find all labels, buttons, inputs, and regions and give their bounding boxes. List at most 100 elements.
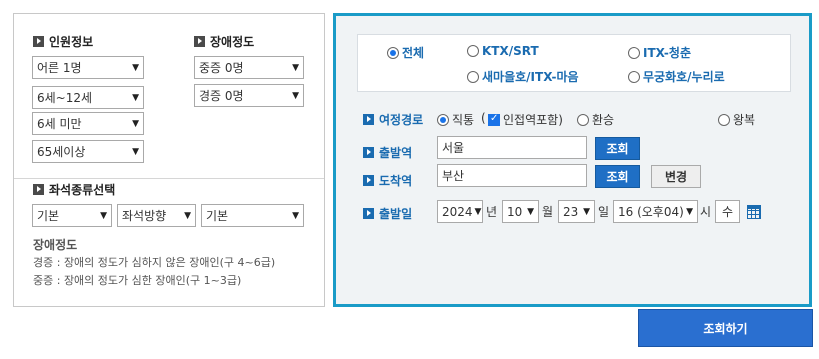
severe-select-value: 중증 0명 [199,61,244,75]
arrival-lookup-button[interactable]: 조회 [595,165,640,188]
seat-title: 좌석종류선택 [49,183,116,197]
year-value: 2024 [442,204,473,219]
seat-extra-value: 기본 [206,209,229,223]
month-unit: 월 [542,205,554,219]
year-select[interactable]: 2024 ▼ [437,200,483,223]
hour-unit: 시 [700,205,712,219]
radio-round-trip[interactable]: 왕복 [718,111,755,128]
day-select[interactable]: 23 ▼ [558,200,595,223]
month-value: 10 [507,204,523,219]
route-label: 여정경로 [363,111,423,128]
passenger-panel: 인원정보 장애정도 어른 1명 ▼ 6세~12세 ▼ 6세 미만 ▼ 65세이상 ▼ 중… [13,13,325,307]
radio-itx[interactable]: ITX-청춘 [628,44,691,61]
radio-round-trip-label: 왕복 [733,113,756,127]
departure-station-input[interactable]: 서울 [437,136,587,159]
passenger-title: 인원정보 [49,35,94,49]
adult-select[interactable]: 어른 1명 ▼ [32,56,144,79]
chevron-down-icon: ▼ [583,206,590,217]
help-severe-desc: 중증 : 장애의 정도가 심한 장애인(구 1~3급) [33,274,242,287]
radio-direct[interactable]: 직통 [437,111,474,128]
chevron-down-icon: ▼ [527,206,534,217]
radio-all-label: 전체 [402,46,425,60]
arrow-bullet-icon [363,147,374,158]
calendar-icon[interactable] [747,205,761,219]
chevron-down-icon: ▼ [686,206,693,217]
help-title: 장애정도 [33,238,78,252]
mild-disability-select[interactable]: 경증 0명 ▼ [194,84,304,107]
seat-type-value: 기본 [37,209,60,223]
hour-select[interactable]: 16 (오후04) ▼ [613,200,698,223]
seat-direction-value: 좌석방향 [122,209,167,223]
radio-transfer-label: 환승 [592,113,615,127]
radio-selected-icon [387,46,399,59]
radio-saemaeul-label: 새마을호/ITX-마음 [482,70,579,84]
month-select[interactable]: 10 ▼ [502,200,539,223]
seat-direction-select[interactable]: 좌석방향 ▼ [117,204,196,227]
search-button[interactable]: 조회하기 [638,309,813,347]
radio-icon [628,46,640,59]
date-label-text: 출발일 [379,207,413,221]
arrow-bullet-icon [194,36,205,47]
swap-stations-button[interactable]: 변경 [651,165,701,188]
radio-icon [467,45,479,57]
seat-section-title: 좌석종류선택 [33,181,115,198]
chevron-down-icon: ▼ [184,210,191,221]
arrival-label: 도착역 [363,172,412,189]
adult-select-value: 어른 1명 [37,61,82,75]
radio-transfer[interactable]: 환승 [577,111,614,128]
departure-label: 출발역 [363,144,412,161]
child-select-value: 6세~12세 [37,91,93,105]
journey-panel: 전체 KTX/SRT ITX-청춘 새마을호/ITX-마음 무궁화호/누리로 여… [333,13,812,307]
infant-select-value: 6세 미만 [37,117,82,131]
checkbox-checked-icon [488,113,500,126]
radio-icon [467,70,479,83]
help-mild-desc: 경증 : 장애의 정도가 심하지 않은 장애인(구 4~6급) [33,256,276,269]
radio-icon [577,113,589,126]
radio-icon [628,70,640,83]
chevron-down-icon: ▼ [292,90,299,101]
train-type-box: 전체 KTX/SRT ITX-청춘 새마을호/ITX-마음 무궁화호/누리로 [357,34,791,92]
arrow-bullet-icon [33,36,44,47]
radio-all[interactable]: 전체 [387,44,424,61]
child-select[interactable]: 6세~12세 ▼ [32,86,144,109]
severe-disability-select[interactable]: 중증 0명 ▼ [194,56,304,79]
seat-type-select[interactable]: 기본 ▼ [32,204,112,227]
passenger-section-title: 인원정보 [33,33,93,50]
radio-icon [718,113,730,126]
arrival-station-value: 부산 [442,169,465,183]
arrival-label-text: 도착역 [379,174,413,188]
radio-selected-icon [437,113,449,126]
chevron-down-icon: ▼ [292,210,299,221]
infant-select[interactable]: 6세 미만 ▼ [32,112,144,135]
arrow-bullet-icon [33,184,44,195]
radio-direct-label: 직통 [452,113,475,127]
senior-select-value: 65세이상 [37,145,86,159]
chevron-down-icon: ▼ [132,62,139,73]
nearby-paren: ( [481,111,486,125]
divider [14,178,324,179]
mild-select-value: 경증 0명 [199,89,244,103]
chevron-down-icon: ▼ [132,118,139,129]
chevron-down-icon: ▼ [132,146,139,157]
radio-ktx[interactable]: KTX/SRT [467,44,539,58]
radio-saemaeul[interactable]: 새마을호/ITX-마음 [467,68,579,85]
disability-section-title: 장애정도 [194,33,254,50]
day-value: 23 [563,204,579,219]
nearby-checkbox[interactable]: 인접역포함) [488,111,563,128]
nearby-checkbox-label: 인접역포함) [503,113,563,127]
departure-lookup-button[interactable]: 조회 [595,137,640,160]
arrow-bullet-icon [363,114,374,125]
year-unit: 년 [486,205,498,219]
chevron-down-icon: ▼ [132,92,139,103]
radio-itx-label: ITX-청춘 [643,46,691,60]
weekday-display: 수 [715,200,740,223]
radio-ktx-label: KTX/SRT [482,44,539,58]
weekday-value: 수 [721,205,734,219]
date-label: 출발일 [363,205,412,222]
day-unit: 일 [598,205,610,219]
seat-extra-select[interactable]: 기본 ▼ [201,204,304,227]
radio-mugunghwa-label: 무궁화호/누리로 [643,70,725,84]
senior-select[interactable]: 65세이상 ▼ [32,140,144,163]
arrival-station-input[interactable]: 부산 [437,164,587,187]
radio-mugunghwa[interactable]: 무궁화호/누리로 [628,68,725,85]
